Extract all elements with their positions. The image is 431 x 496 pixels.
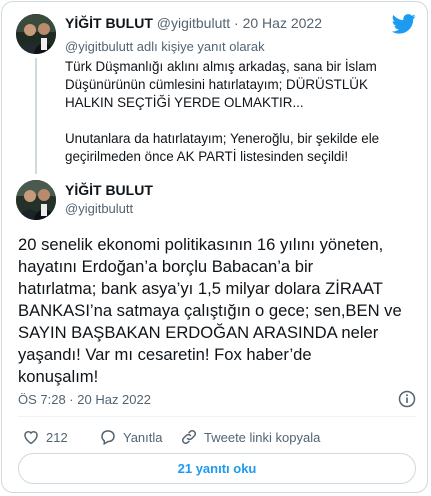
reply-button[interactable]: Yanıtla [99,428,163,446]
reply-tweet-text: Türk Düşmanlığı aklını almış arkadaş, sa… [65,58,417,166]
reply-icon [99,428,117,446]
author-name[interactable]: YİĞİT BULUT [65,15,153,31]
info-icon[interactable] [398,390,416,413]
link-icon [180,428,198,446]
twitter-bird-icon[interactable] [391,14,416,39]
read-replies-button[interactable]: 21 yanıtı oku [18,453,416,484]
like-count: 212 [46,429,68,445]
reply-tweet-header: YİĞİT BULUT @yigitbulutt · 20 Haz 2022 [65,15,322,31]
separator: · [234,15,239,31]
reply-label: Yanıtla [123,429,163,445]
author-name[interactable]: YİĞİT BULUT [65,182,153,198]
reply-to-label[interactable]: @yigitbulutt adlı kişiye yanıt olarak [65,39,265,54]
copy-link-label: Tweete linki kopyala [204,429,321,445]
avatar[interactable] [16,180,56,220]
author-handle[interactable]: @yigitbulutt [65,201,133,216]
copy-link-button[interactable]: Tweete linki kopyala [180,428,320,446]
main-tweet-text: 20 senelik ekonomi politikasının 16 yılı… [18,235,402,386]
divider [18,416,416,417]
tweet-timestamp[interactable]: ÖS 7:28 · 20 Haz 2022 [18,392,151,407]
reply-paragraph-1: Türk Düşmanlığı aklını almış arkadaş, sa… [65,59,377,110]
thread-line [35,58,37,174]
reply-paragraph-2: Unutanlara da hatırlatayım; Yeneroğlu, b… [65,131,380,164]
author-handle[interactable]: @yigitbulutt [157,15,230,31]
avatar[interactable] [16,14,56,54]
tweet-date[interactable]: 20 Haz 2022 [243,15,322,31]
tweet-embed-card: YİĞİT BULUT @yigitbulutt · 20 Haz 2022 @… [1,1,428,493]
heart-icon [22,428,40,446]
like-button[interactable]: 212 [22,428,68,446]
